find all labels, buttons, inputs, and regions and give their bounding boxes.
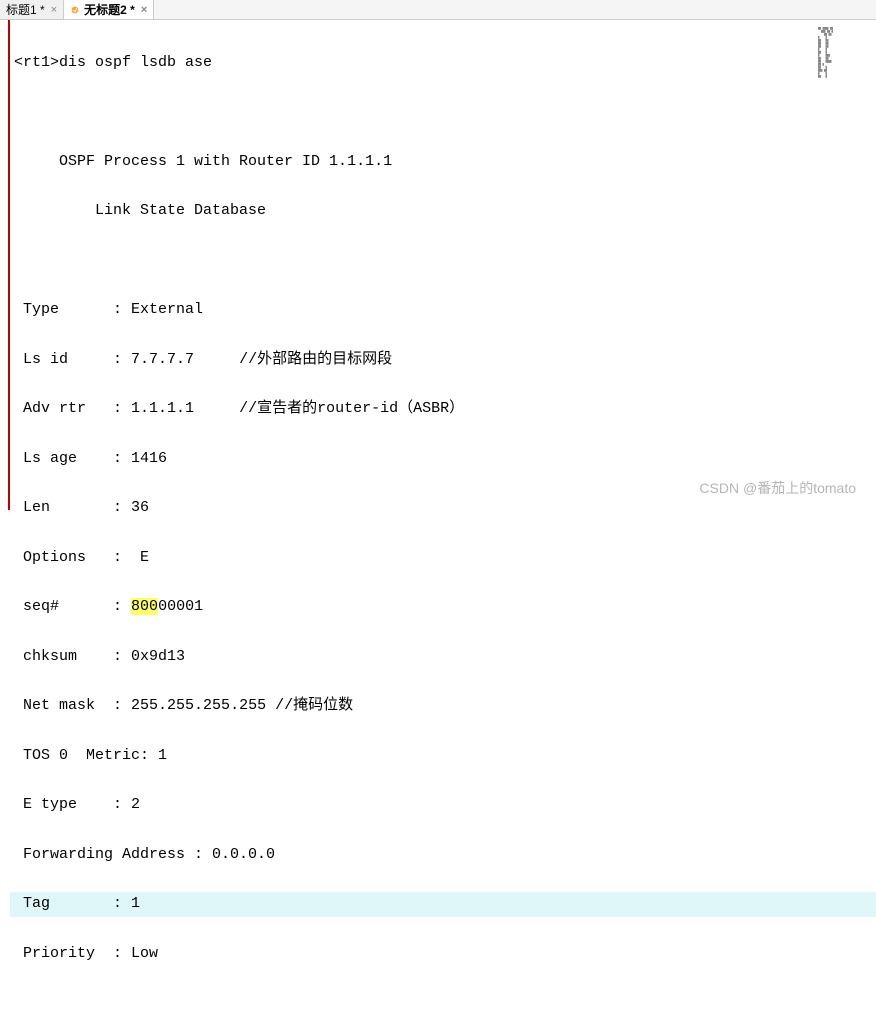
- field-label: Adv rtr: [23, 400, 86, 417]
- ospf-header: OSPF Process 1 with Router ID 1.1.1.1: [59, 153, 392, 170]
- highlighted-line: Tag : 1: [10, 892, 876, 917]
- terminal-output[interactable]: <rt1>dis ospf lsdb ase OSPF Process 1 wi…: [10, 20, 876, 510]
- field-label: Ls id: [23, 351, 68, 368]
- field-value: 0x9d13: [131, 648, 185, 665]
- tab-bar: 标题1 * × 无标题2 * ×: [0, 0, 876, 20]
- close-icon[interactable]: ×: [141, 4, 147, 16]
- tab-1[interactable]: 标题1 * ×: [0, 0, 64, 19]
- prompt: <rt1>: [14, 54, 59, 71]
- field-value: E: [140, 549, 149, 566]
- comment: //宣告者的router-id（ASBR）: [239, 400, 464, 417]
- tab-label: 标题1 *: [6, 1, 45, 18]
- command: dis ospf lsdb ase: [59, 54, 212, 71]
- field-value: 1: [131, 895, 140, 912]
- field-label: Options: [23, 549, 86, 566]
- field-label: E type: [23, 796, 77, 813]
- field-label: Net mask: [23, 697, 95, 714]
- lsdb-header: Link State Database: [95, 202, 266, 219]
- field-label: Ls age: [23, 450, 77, 467]
- comment: //掩码位数: [275, 697, 353, 714]
- field-value: External: [131, 301, 203, 318]
- field-label: Len: [23, 499, 50, 516]
- close-icon[interactable]: ×: [51, 4, 57, 16]
- seq-rest: 00001: [158, 598, 203, 615]
- change-gutter: [0, 20, 10, 510]
- field-value: 1416: [131, 450, 167, 467]
- field-value: 7.7.7.7: [131, 351, 194, 368]
- document-icon: [70, 5, 80, 15]
- tab-2[interactable]: 无标题2 * ×: [64, 0, 154, 19]
- field-value: Low: [131, 945, 158, 962]
- field-label: Type: [23, 301, 59, 318]
- comment: //外部路由的目标网段: [239, 351, 392, 368]
- content-area: <rt1>dis ospf lsdb ase OSPF Process 1 wi…: [0, 20, 876, 510]
- field-value: 255.255.255.255: [131, 697, 266, 714]
- tab-label: 无标题2 *: [84, 1, 135, 18]
- field-label: seq#: [23, 598, 59, 615]
- field-value: 2: [131, 796, 140, 813]
- field-label: Tag: [23, 895, 50, 912]
- tos-metric-line: TOS 0 Metric: 1: [23, 747, 167, 764]
- forwarding-line: Forwarding Address : 0.0.0.0: [23, 846, 275, 863]
- field-label: chksum: [23, 648, 77, 665]
- field-label: Priority: [23, 945, 95, 962]
- field-value: 36: [131, 499, 149, 516]
- field-value: 1.1.1.1: [131, 400, 194, 417]
- seq-highlight: 800: [131, 598, 158, 615]
